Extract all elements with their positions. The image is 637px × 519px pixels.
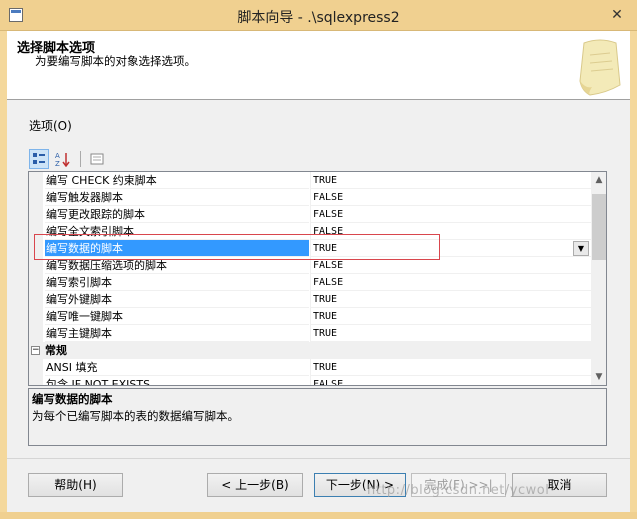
toolbar-separator [80,151,81,167]
description-pane: 编写数据的脚本 为每个已编写脚本的表的数据编写脚本。 [28,388,607,446]
help-button[interactable]: 帮助(H) [28,473,123,497]
property-value[interactable]: TRUE [310,172,591,189]
property-value[interactable]: FALSE [310,206,591,223]
property-name: 编写主键脚本 [45,325,309,342]
property-name: 编写索引脚本 [45,274,309,291]
property-value[interactable]: FALSE [310,274,591,291]
close-button[interactable]: ✕ [605,5,629,25]
grid-row[interactable]: 编写触发器脚本 FALSE [29,189,591,206]
title-bar: 脚本向导 - .\sqlexpress2 ✕ [0,0,637,31]
category-name: 常规 [45,344,67,357]
description-title: 编写数据的脚本 [32,392,113,406]
property-value[interactable]: TRUE [310,291,591,308]
property-pages-icon[interactable] [87,149,107,169]
wizard-client-area: 选择脚本选项 为要编写脚本的对象选择选项。 选项(O) AZ 编写 CHECK … [7,31,630,512]
property-value[interactable]: FALSE [310,376,591,385]
grid-scrollbar[interactable]: ▲ ▼ [591,172,606,385]
scroll-down-icon[interactable]: ▼ [591,369,606,385]
options-property-grid[interactable]: 编写 CHECK 约束脚本 TRUE 编写触发器脚本 FALSE 编写更改跟踪的… [28,171,607,386]
grid-row[interactable]: 编写唯一键脚本 TRUE [29,308,591,325]
property-value[interactable]: TRUE [310,359,591,376]
grid-row[interactable]: 包含 IF NOT EXISTS FALSE [29,376,591,385]
property-grid-toolbar: AZ [29,147,119,169]
grid-row[interactable]: 编写主键脚本 TRUE [29,325,591,342]
grid-row[interactable]: 编写 CHECK 约束脚本 TRUE [29,172,591,189]
categorized-icon[interactable] [29,149,49,169]
grid-row[interactable]: ANSI 填充 TRUE [29,359,591,376]
options-label: 选项(O) [29,119,72,133]
grid-category-general[interactable]: − 常规 [29,342,591,359]
window-frame-bottom [0,512,637,519]
property-value[interactable]: TRUE [310,308,591,325]
description-text: 为每个已编写脚本的表的数据编写脚本。 [32,409,239,423]
chevron-down-icon[interactable]: ▼ [573,241,589,256]
grid-row[interactable]: 编写更改跟踪的脚本 FALSE [29,206,591,223]
page-description: 为要编写脚本的对象选择选项。 [35,54,196,68]
grid-row[interactable]: 编写索引脚本 FALSE [29,274,591,291]
property-name: 编写唯一键脚本 [45,308,309,325]
property-name: 编写触发器脚本 [45,189,309,206]
scroll-icon [579,39,621,96]
footer-divider [7,458,630,459]
collapse-toggle-icon[interactable]: − [31,346,40,355]
alphabetical-icon[interactable]: AZ [53,149,73,169]
scroll-thumb[interactable] [592,194,606,260]
watermark-text: http://blog.csdn.net/ycwol [367,483,550,498]
highlight-annotation [34,234,440,260]
property-name: ANSI 填充 [45,359,309,376]
property-name: 编写更改跟踪的脚本 [45,206,309,223]
property-value[interactable]: TRUE [310,325,591,342]
svg-text:A: A [55,152,60,160]
grid-row[interactable]: 编写外键脚本 TRUE [29,291,591,308]
window-title: 脚本向导 - .\sqlexpress2 [237,10,400,26]
property-name: 编写 CHECK 约束脚本 [45,172,309,189]
property-name: 编写外键脚本 [45,291,309,308]
back-button[interactable]: < 上一步(B) [207,473,303,497]
property-name: 包含 IF NOT EXISTS [45,376,309,385]
property-value[interactable]: FALSE [310,189,591,206]
wizard-header: 选择脚本选项 为要编写脚本的对象选择选项。 [7,31,630,100]
scroll-up-icon[interactable]: ▲ [591,172,606,188]
svg-text:Z: Z [55,160,60,167]
